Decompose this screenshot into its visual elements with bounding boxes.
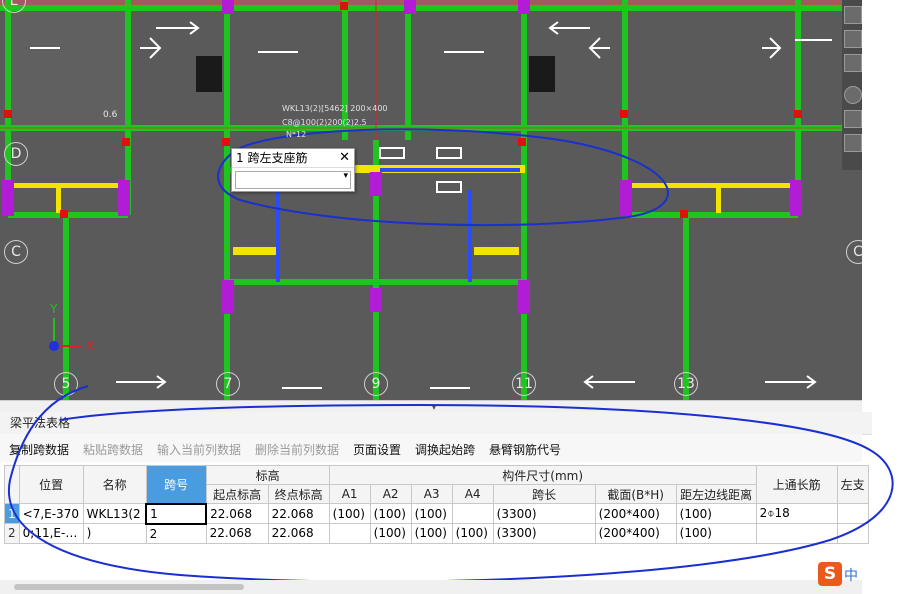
cell-a1[interactable]: (100): [328, 503, 371, 524]
ime-indicator[interactable]: S 中: [818, 562, 858, 588]
settings-icon[interactable]: [844, 134, 862, 152]
cell-span-length[interactable]: (3300): [492, 523, 596, 544]
col-header-end-elev[interactable]: 终点标高: [267, 484, 330, 504]
cell-start-elev[interactable]: 22.068: [205, 523, 269, 544]
axis-label-9: 9: [364, 372, 388, 396]
col-header-dist-left[interactable]: 距左边线距离: [675, 484, 757, 504]
swap-start-span-button[interactable]: 调换起始跨: [415, 441, 475, 458]
col-header-position[interactable]: 位置: [18, 465, 84, 504]
row-number[interactable]: 2: [4, 523, 20, 544]
col-header-elevation: 标高: [205, 465, 330, 485]
table-row[interactable]: 2 0;11,E-… ) 2 22.068 22.068 (100) (100)…: [4, 523, 869, 544]
beam-annotation: WKL13(2)[5462] 200×400: [282, 104, 388, 113]
view-cube-icon[interactable]: [844, 6, 862, 24]
col-header-name[interactable]: 名称: [82, 465, 147, 504]
chevron-down-icon[interactable]: ▾: [343, 171, 348, 181]
col-header-a3[interactable]: A3: [410, 484, 453, 504]
beam-annotation-3: N*12: [286, 130, 307, 139]
delete-column-data-button[interactable]: 删除当前列数据: [255, 441, 339, 458]
popup-title: 1 跨左支座筋: [232, 149, 354, 168]
axis-label-13: 13: [674, 372, 698, 396]
cell-position[interactable]: <7,E-370: [18, 503, 84, 524]
orbit-icon[interactable]: [844, 86, 862, 104]
sogou-logo-icon: S: [818, 562, 842, 586]
cell-span-no[interactable]: 1: [145, 502, 208, 525]
cell-dist-left[interactable]: (100): [675, 523, 757, 544]
dimension-label: 0.6: [103, 110, 118, 120]
left-support-rebar-popup[interactable]: 1 跨左支座筋 ✕ ▾: [231, 148, 355, 192]
cell-left-support[interactable]: [836, 503, 869, 524]
col-header-left-support[interactable]: 左支: [836, 465, 869, 504]
cell-end-elev[interactable]: 22.068: [267, 523, 330, 544]
cell-a3[interactable]: (100): [410, 523, 453, 544]
col-header-span-no[interactable]: 跨号: [145, 465, 207, 504]
page-setup-button[interactable]: 页面设置: [353, 441, 401, 458]
floor-plan-drawing: [0, 0, 842, 400]
ucs-x-label: X: [86, 339, 95, 353]
col-header-a1[interactable]: A1: [328, 484, 371, 504]
cell-span-no[interactable]: 2: [145, 523, 207, 544]
scrollbar-thumb[interactable]: [14, 584, 244, 590]
zoom-icon[interactable]: [844, 54, 862, 72]
cantilever-rebar-code-button[interactable]: 悬臂钢筋代号: [489, 441, 561, 458]
ime-language: 中: [844, 568, 858, 584]
cell-a4[interactable]: [451, 503, 494, 524]
beam-table: 位置 名称 跨号 标高 构件尺寸(mm) 上通长筋 左支 起点标高 终点标高 A…: [4, 465, 869, 544]
cell-dist-left[interactable]: (100): [675, 503, 757, 524]
cell-a3[interactable]: (100): [410, 503, 453, 524]
cell-a2[interactable]: (100): [369, 523, 412, 544]
cad-canvas[interactable]: WKL13(2)[5462] 200×400 C8@100(2)200(2)2.…: [0, 0, 862, 400]
left-support-rebar-select[interactable]: ▾: [235, 171, 351, 189]
paste-span-data-button[interactable]: 粘贴跨数据: [83, 441, 143, 458]
col-header-member-size: 构件尺寸(mm): [328, 465, 757, 485]
cell-name[interactable]: ): [82, 523, 147, 544]
close-icon[interactable]: ✕: [339, 150, 350, 166]
row-header-corner: [4, 465, 20, 504]
cell-start-elev[interactable]: 22.068: [205, 503, 269, 524]
cell-a4[interactable]: (100): [451, 523, 494, 544]
pan-icon[interactable]: [844, 30, 862, 48]
table-toolbar: 复制跨数据 粘贴跨数据 输入当前列数据 删除当前列数据 页面设置 调换起始跨 悬…: [0, 434, 862, 462]
cell-left-support[interactable]: [836, 523, 869, 544]
cell-end-elev[interactable]: 22.068: [267, 503, 330, 524]
layer-icon[interactable]: [844, 110, 862, 128]
col-header-span-length[interactable]: 跨长: [492, 484, 596, 504]
cell-a2[interactable]: (100): [369, 503, 412, 524]
table-row[interactable]: 1 <7,E-370 WKL13(2 1 22.068 22.068 (100)…: [4, 502, 869, 525]
right-margin: [862, 0, 905, 400]
col-header-start-elev[interactable]: 起点标高: [205, 484, 269, 504]
panel-title: 梁平法表格: [0, 412, 872, 435]
view-toolbar: [842, 0, 862, 170]
beam-annotation-2: C8@100(2)200(2)2.5: [282, 118, 367, 127]
input-column-data-button[interactable]: 输入当前列数据: [157, 441, 241, 458]
cell-position[interactable]: 0;11,E-…: [18, 523, 84, 544]
col-header-a4[interactable]: A4: [451, 484, 494, 504]
axis-label-11: 11: [512, 372, 536, 396]
cell-top-through[interactable]: [755, 523, 838, 544]
axis-label-7: 7: [216, 372, 240, 396]
horizontal-scrollbar[interactable]: [0, 580, 862, 594]
copy-span-data-button[interactable]: 复制跨数据: [9, 441, 69, 458]
col-header-section[interactable]: 截面(B*H): [594, 484, 677, 504]
col-header-a2[interactable]: A2: [369, 484, 412, 504]
ucs-y-label: Y: [50, 302, 58, 316]
cell-a1[interactable]: [328, 523, 371, 544]
splitter-grip-icon[interactable]: ▾: [432, 403, 436, 412]
axis-label-d: D: [4, 142, 28, 166]
axis-label-c: C: [4, 240, 28, 264]
cell-top-through[interactable]: 2⌽18: [755, 503, 838, 524]
row-number[interactable]: 1: [4, 503, 20, 524]
col-header-top-through[interactable]: 上通长筋: [755, 465, 838, 504]
cell-name[interactable]: WKL13(2: [82, 503, 147, 524]
axis-label-5: 5: [54, 372, 78, 396]
cell-section[interactable]: (200*400): [594, 503, 677, 524]
cell-span-length[interactable]: (3300): [492, 503, 596, 524]
cell-section[interactable]: (200*400): [594, 523, 677, 544]
